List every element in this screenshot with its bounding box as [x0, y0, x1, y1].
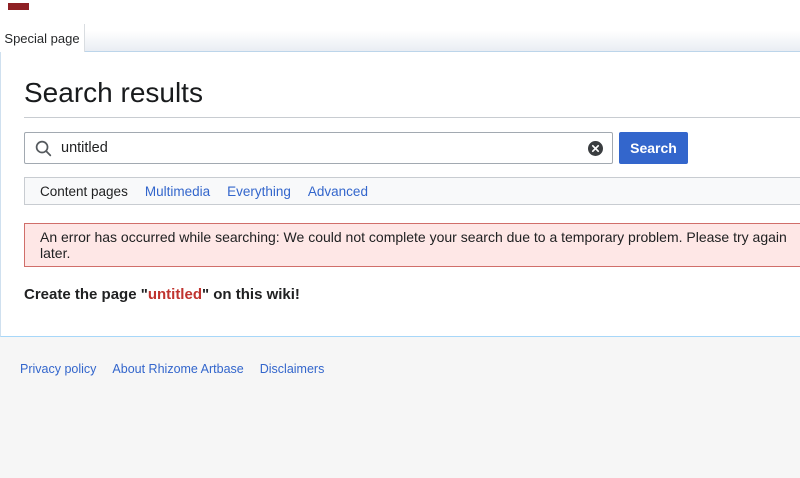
- search-icon: [34, 139, 53, 158]
- create-page-link[interactable]: untitled: [148, 286, 202, 303]
- filter-multimedia[interactable]: Multimedia: [145, 184, 210, 199]
- clear-icon[interactable]: [588, 141, 603, 156]
- error-message-box: An error has occurred while searching: W…: [24, 223, 800, 267]
- page-tab-strip: Special page: [0, 24, 800, 52]
- search-profile-tabs: Content pages Multimedia Everything Adva…: [24, 177, 800, 205]
- create-page-line: Create the page "untitled" on this wiki!: [24, 286, 800, 303]
- content-area: Search results Search Content pages Mult…: [0, 52, 800, 337]
- footer-link-disclaimers[interactable]: Disclaimers: [260, 362, 325, 376]
- create-page-suffix: " on this wiki!: [202, 286, 300, 303]
- site-header: [0, 0, 800, 24]
- create-page-prefix: Create the page ": [24, 286, 148, 303]
- search-input[interactable]: [53, 140, 612, 156]
- search-input-wrapper: [24, 132, 613, 164]
- search-button[interactable]: Search: [619, 132, 688, 164]
- filter-content-pages[interactable]: Content pages: [40, 184, 128, 199]
- tab-special-page-label: Special page: [4, 31, 79, 46]
- filter-advanced[interactable]: Advanced: [308, 184, 368, 199]
- error-message-text: An error has occurred while searching: W…: [40, 229, 800, 261]
- tab-strip-background: [85, 24, 800, 52]
- rhizome-logo-mark[interactable]: [8, 3, 29, 10]
- footer-link-privacy-policy[interactable]: Privacy policy: [20, 362, 96, 376]
- search-row: Search: [24, 132, 800, 164]
- tab-special-page[interactable]: Special page: [0, 24, 85, 52]
- footer: Privacy policy About Rhizome Artbase Dis…: [0, 337, 800, 478]
- footer-link-about-rhizome-artbase[interactable]: About Rhizome Artbase: [112, 362, 243, 376]
- page-title: Search results: [24, 52, 800, 118]
- filter-everything[interactable]: Everything: [227, 184, 291, 199]
